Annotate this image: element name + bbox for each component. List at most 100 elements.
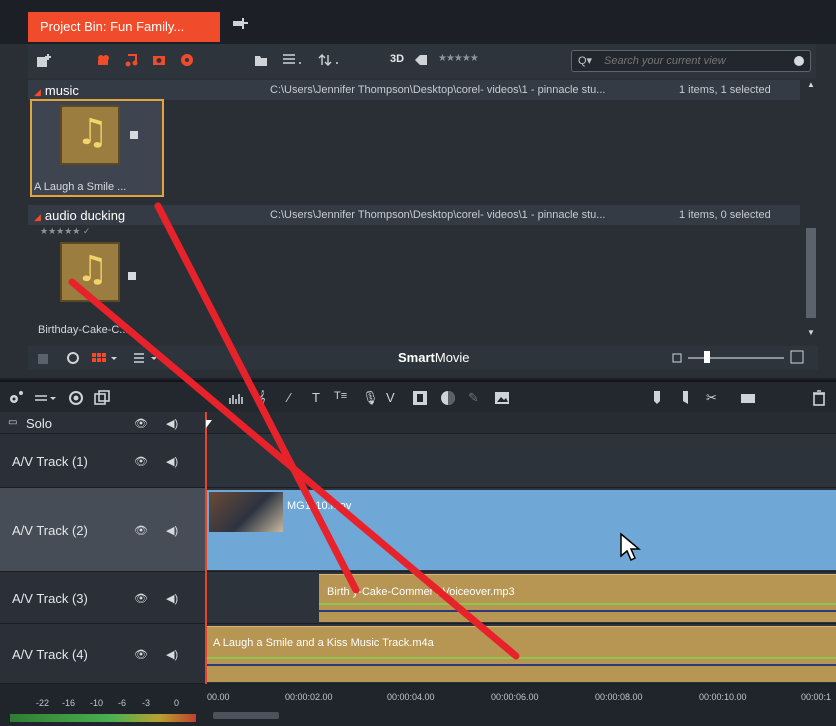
split-audio-icon[interactable]: V bbox=[386, 390, 395, 405]
sort-icon[interactable] bbox=[318, 53, 342, 67]
track-header-2[interactable]: A/V Track (2) 👁 ◀) bbox=[0, 488, 207, 572]
small-thumb-icon[interactable] bbox=[672, 353, 682, 363]
track-lane-2[interactable]: MG1110.mov bbox=[207, 488, 836, 572]
bin-item-music[interactable]: ♫ A Laugh a Smile ... bbox=[30, 99, 164, 197]
trash-icon[interactable] bbox=[36, 351, 50, 365]
pin-icon[interactable] bbox=[232, 16, 248, 30]
storyboard-view-icon[interactable] bbox=[92, 352, 120, 364]
rating-filter[interactable]: ★★★★★ bbox=[438, 53, 479, 64]
search-input[interactable] bbox=[604, 53, 784, 69]
bin-scrollbar[interactable]: ▲ ▼ bbox=[804, 78, 818, 346]
wand-icon[interactable]: ⁄ bbox=[288, 390, 290, 405]
project-filter-icon[interactable] bbox=[180, 53, 194, 67]
volume-line[interactable] bbox=[319, 603, 836, 605]
sync-icon[interactable] bbox=[66, 351, 80, 365]
video-clip[interactable]: MG1110.mov bbox=[207, 490, 836, 570]
bin-footer: SmartMovie bbox=[28, 346, 818, 370]
pen-icon[interactable]: ✎ bbox=[468, 390, 479, 406]
speaker-icon[interactable]: ◀) bbox=[166, 648, 178, 661]
track-header-solo[interactable]: Solo ▭ 👁 ◀) bbox=[0, 412, 207, 434]
search-box[interactable]: Q▾ bbox=[571, 50, 811, 72]
track-lane-3[interactable]: Birth y-Cake-Commer l-Voiceover.mp3 bbox=[207, 572, 836, 624]
marker-in-icon[interactable] bbox=[652, 390, 662, 406]
audio-mixer-icon[interactable] bbox=[228, 390, 244, 406]
search-icon[interactable]: Q▾ bbox=[578, 54, 592, 67]
scroll-down-icon[interactable]: ▼ bbox=[807, 328, 815, 337]
marker-out-icon[interactable] bbox=[680, 390, 690, 406]
monitor-icon[interactable]: ▭ bbox=[8, 417, 17, 428]
track-header-4[interactable]: A/V Track (4) 👁 ◀) bbox=[0, 624, 207, 684]
speaker-icon[interactable]: ◀) bbox=[166, 524, 178, 537]
image-edit-icon[interactable] bbox=[494, 390, 510, 406]
track-lane-4[interactable]: A Laugh a Smile and a Kiss Music Track.m… bbox=[207, 624, 836, 684]
music-audio-clip[interactable]: A Laugh a Smile and a Kiss Music Track.m… bbox=[207, 626, 836, 682]
eye-icon[interactable]: 👁 bbox=[134, 524, 148, 537]
record-icon[interactable] bbox=[68, 390, 84, 406]
project-bin-tab[interactable]: Project Bin: Fun Family... bbox=[28, 12, 220, 42]
eye-icon[interactable]: 👁 bbox=[134, 648, 148, 661]
thumbnail-size-slider[interactable] bbox=[688, 351, 784, 363]
clip-title: Birth y-Cake-Commer l-Voiceover.mp3 bbox=[327, 586, 515, 598]
track-header-3[interactable]: A/V Track (3) 👁 ◀) bbox=[0, 572, 207, 624]
add-media-icon[interactable] bbox=[36, 53, 52, 69]
scroll-up-icon[interactable]: ▲ bbox=[807, 80, 815, 89]
music-note-icon: ♫ bbox=[76, 112, 109, 153]
track-lane-1[interactable] bbox=[207, 434, 836, 488]
timeline-ruler[interactable]: 00.00 00:00:02.00 00:00:04.00 00:00:06.0… bbox=[207, 684, 836, 726]
clear-search-icon[interactable] bbox=[794, 56, 804, 66]
tag-icon[interactable] bbox=[414, 53, 428, 67]
3d-filter-button[interactable]: 3D bbox=[390, 53, 404, 65]
track-header-1[interactable]: A/V Track (1) 👁 ◀) bbox=[0, 434, 207, 488]
music-score-icon[interactable]: 𝄞 bbox=[258, 390, 266, 406]
collapse-triangle-icon[interactable]: ◢ bbox=[34, 212, 41, 222]
photo-filter-icon[interactable] bbox=[152, 53, 166, 67]
storyboard-icon[interactable] bbox=[740, 390, 756, 406]
bin-group-header-music[interactable]: ◢ music C:\Users\Jennifer Thompson\Deskto… bbox=[28, 80, 800, 100]
speaker-icon[interactable]: ◀) bbox=[166, 455, 178, 468]
timeline-toolbar: 𝄞 ⁄ T T≡ 🎙 V ✎ ✂ bbox=[0, 380, 836, 412]
playhead-marker-icon[interactable] bbox=[206, 420, 212, 428]
title-tool-icon[interactable]: T bbox=[312, 390, 320, 405]
scroll-thumb[interactable] bbox=[806, 228, 816, 318]
mouse-pointer-icon bbox=[620, 532, 641, 562]
folder-icon[interactable] bbox=[254, 53, 268, 67]
meter-label: 0 bbox=[174, 698, 180, 708]
microphone-icon[interactable]: 🎙 bbox=[362, 390, 379, 406]
flag-icon bbox=[130, 131, 138, 139]
eye-icon[interactable]: 👁 bbox=[134, 455, 148, 468]
list-view-icon[interactable] bbox=[282, 53, 306, 67]
volume-line[interactable] bbox=[207, 657, 836, 659]
bin-item-caption: Birthday-Cake-C... bbox=[38, 324, 129, 336]
track-label: A/V Track (3) bbox=[12, 591, 88, 606]
preview-window-icon[interactable] bbox=[94, 390, 110, 406]
speaker-icon[interactable]: ◀) bbox=[166, 417, 178, 430]
slider-knob[interactable] bbox=[704, 351, 710, 363]
group-name: audio ducking bbox=[44, 208, 126, 223]
timeline-horizontal-scrollbar[interactable] bbox=[213, 712, 279, 719]
timeline-tracks: Solo ▭ 👁 ◀) A/V Track (1) 👁 ◀) A/V Track… bbox=[0, 412, 836, 684]
razor-icon[interactable]: ✂ bbox=[706, 390, 717, 406]
large-thumb-icon[interactable] bbox=[790, 350, 804, 364]
item-rating[interactable]: ★★★★★ ✓ bbox=[40, 226, 90, 237]
bin-group-header-audio-ducking[interactable]: ◢ audio ducking C:\Users\Jennifer Thompso… bbox=[28, 205, 800, 225]
color-icon[interactable] bbox=[440, 390, 456, 406]
track-options-icon[interactable] bbox=[34, 390, 58, 406]
project-bin: Project Bin: Fun Family... 3D ★★★★★ Q▾ ◢… bbox=[0, 0, 836, 378]
title-list-icon[interactable]: T≡ bbox=[334, 390, 347, 402]
delete-icon[interactable] bbox=[812, 390, 826, 406]
list-layout-icon[interactable] bbox=[134, 352, 162, 364]
bin-item-birthday-cake[interactable]: ★★★★★ ✓ ♫ Birthday-Cake-C... bbox=[30, 226, 164, 344]
audio-filter-icon[interactable] bbox=[124, 53, 138, 67]
playhead[interactable] bbox=[205, 412, 207, 710]
eye-icon[interactable]: 👁 bbox=[134, 417, 148, 430]
voiceover-audio-clip[interactable]: Birth y-Cake-Commer l-Voiceover.mp3 bbox=[319, 574, 836, 622]
track-label: A/V Track (1) bbox=[12, 454, 88, 469]
eye-icon[interactable]: 👁 bbox=[134, 592, 148, 605]
speaker-icon[interactable]: ◀) bbox=[166, 592, 178, 605]
video-filter-icon[interactable] bbox=[96, 53, 110, 67]
collapse-triangle-icon[interactable]: ◢ bbox=[34, 87, 41, 97]
multicam-icon[interactable] bbox=[412, 390, 428, 406]
clip-title: MG1110.mov bbox=[287, 500, 352, 512]
settings-icon[interactable] bbox=[6, 390, 24, 406]
smartmovie-button[interactable]: SmartMovie bbox=[398, 350, 470, 365]
